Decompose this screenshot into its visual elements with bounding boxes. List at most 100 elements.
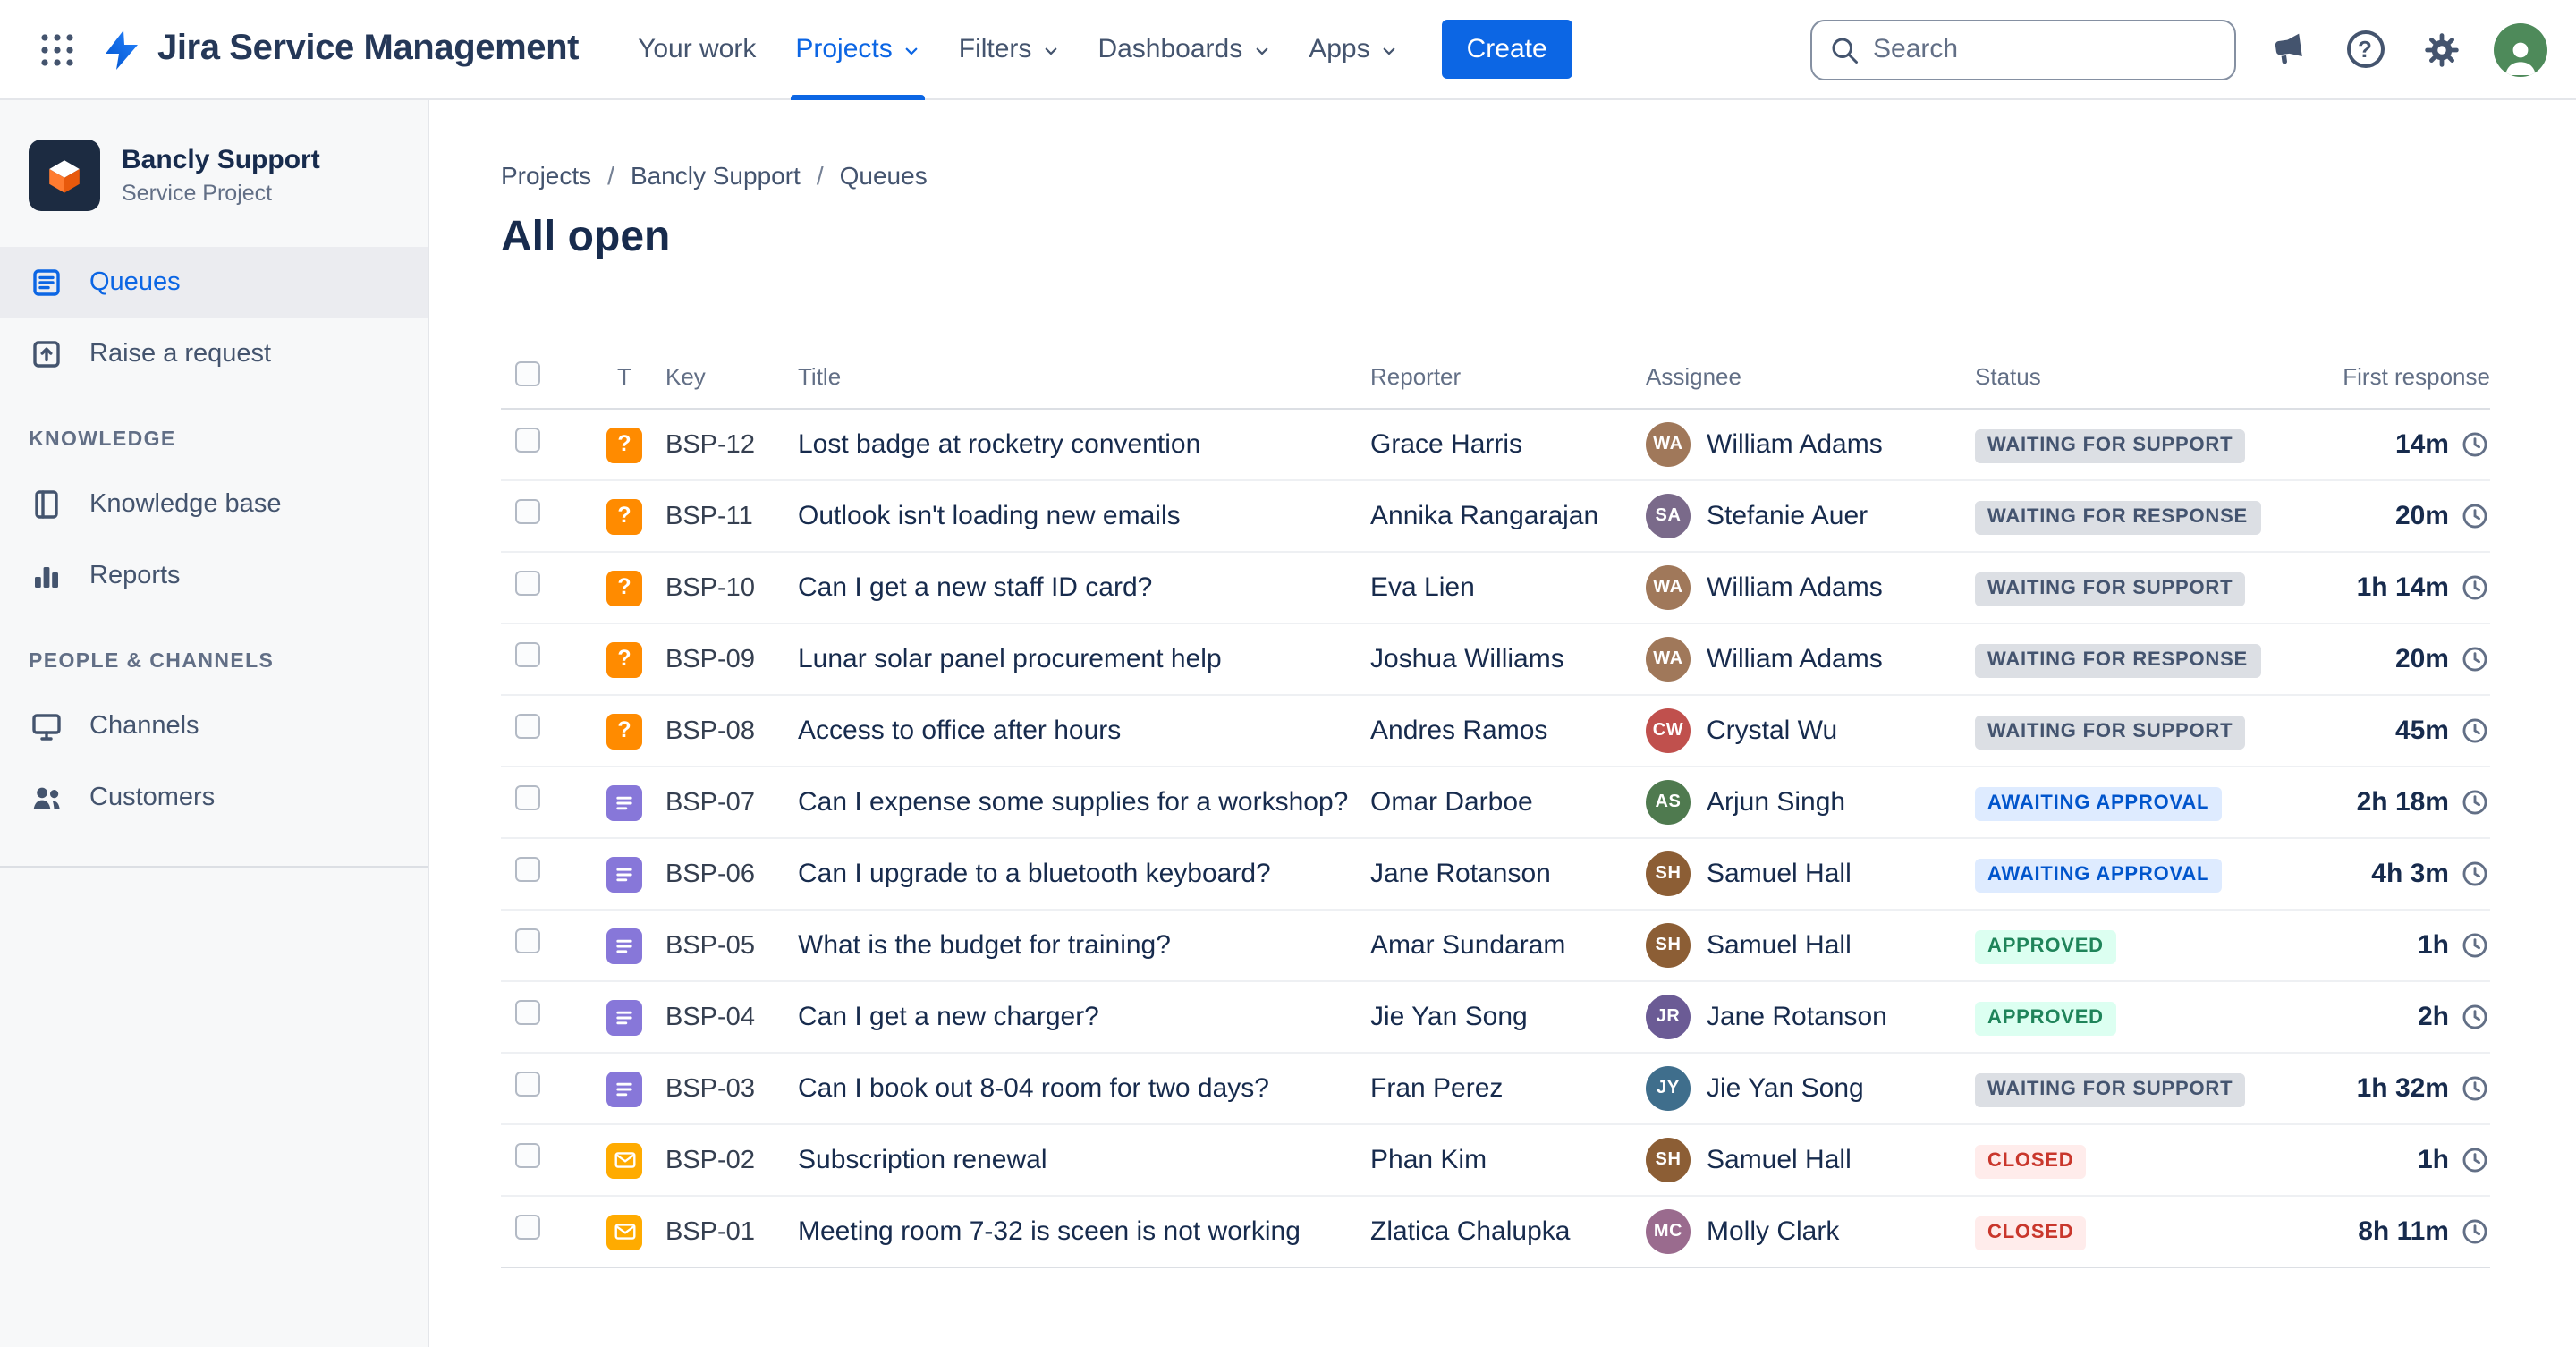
nav-item-your-work[interactable]: Your work [618,0,775,99]
main-content: Projects / Bancly Support / Queues All o… [429,100,2576,1347]
issue-key[interactable]: BSP-05 [658,931,791,960]
issue-title[interactable]: Lost badge at rocketry convention [791,429,1363,460]
issue-title[interactable]: Can I get a new staff ID card? [791,572,1363,603]
row-checkbox[interactable] [515,928,540,953]
first-response-time: 20m [2394,644,2449,674]
sidebar-item-customers[interactable]: Customers [0,762,428,834]
nav-item-filters[interactable]: Filters [939,0,1079,99]
table-row[interactable]: BSP-05 What is the budget for training? … [501,911,2490,982]
help-icon[interactable]: ? [2340,24,2390,74]
row-checkbox[interactable] [515,428,540,453]
sidebar-item-queues[interactable]: Queues [0,247,428,318]
sidebar-item-reports[interactable]: Reports [0,540,428,612]
sidebar-item-knowledge-base[interactable]: Knowledge base [0,469,428,540]
issue-title[interactable]: Can I book out 8-04 room for two days? [791,1073,1363,1104]
issue-key[interactable]: BSP-11 [658,502,791,530]
row-checkbox[interactable] [515,499,540,524]
issue-title[interactable]: Outlook isn't loading new emails [791,501,1363,531]
breadcrumb-project[interactable]: Bancly Support [631,161,801,190]
jira-service-management-app: Jira Service Management Your work Projec… [0,0,2576,1347]
assignee-name: Jie Yan Song [1707,1073,1864,1104]
chevron-down-icon [1255,47,1267,55]
table-row[interactable]: BSP-04 Can I get a new charger? Jie Yan … [501,982,2490,1054]
assignee-avatar: JY [1646,1066,1690,1111]
clock-icon [2462,1004,2487,1029]
sidebar-item-raise-a-request[interactable]: Raise a request [0,318,428,390]
issue-key[interactable]: BSP-02 [658,1146,791,1174]
status-badge: CLOSED [1975,1216,2087,1250]
issue-title[interactable]: Subscription renewal [791,1145,1363,1175]
row-checkbox[interactable] [515,1143,540,1168]
row-checkbox[interactable] [515,1215,540,1240]
issue-key[interactable]: BSP-06 [658,860,791,888]
issue-title[interactable]: Lunar solar panel procurement help [791,644,1363,674]
issue-title[interactable]: Can I upgrade to a bluetooth keyboard? [791,859,1363,889]
nav-item-dashboards[interactable]: Dashboards [1078,0,1289,99]
issue-title[interactable]: Meeting room 7-32 is sceen is not workin… [791,1216,1363,1247]
first-response-time: 2h 18m [2356,787,2449,818]
issue-reporter: Amar Sundaram [1370,930,1566,961]
brand-logo[interactable]: Jira Service Management [100,28,579,71]
breadcrumb-queues[interactable]: Queues [840,161,928,190]
first-response-time: 1h [2417,1145,2449,1175]
issue-key[interactable]: BSP-01 [658,1217,791,1246]
table-row[interactable]: ? BSP-12 Lost badge at rocketry conventi… [501,410,2490,481]
reports-icon [29,558,64,594]
nav-item-apps[interactable]: Apps [1289,0,1416,99]
issue-key[interactable]: BSP-08 [658,716,791,745]
row-checkbox[interactable] [515,1072,540,1097]
row-checkbox[interactable] [515,857,540,882]
row-checkbox[interactable] [515,1000,540,1025]
issue-key[interactable]: BSP-10 [658,573,791,602]
issue-reporter: Andres Ramos [1370,716,1548,746]
sidebar-item-label: Raise a request [89,340,272,369]
select-all-checkbox[interactable] [515,361,540,386]
column-key: Key [665,363,706,390]
table-row[interactable]: ? BSP-10 Can I get a new staff ID card? … [501,553,2490,624]
issue-title[interactable]: Can I get a new charger? [791,1002,1363,1032]
assignee-name: Stefanie Auer [1707,501,1868,531]
issue-reporter: Jie Yan Song [1370,1002,1528,1032]
issue-key[interactable]: BSP-04 [658,1003,791,1031]
search-input[interactable] [1810,19,2236,80]
table-row[interactable]: BSP-07 Can I expense some supplies for a… [501,767,2490,839]
project-type: Service Project [122,180,273,206]
nav-item-projects[interactable]: Projects [775,0,938,99]
clock-icon [2462,718,2487,743]
app-switcher-icon[interactable] [29,21,86,78]
assignee-name: Samuel Hall [1707,1145,1852,1175]
announcements-icon[interactable] [2263,24,2313,74]
issue-title[interactable]: Can I expense some supplies for a worksh… [791,787,1363,818]
row-checkbox[interactable] [515,642,540,667]
user-avatar[interactable] [2494,22,2547,76]
assignee-name: William Adams [1707,572,1883,603]
issue-key[interactable]: BSP-03 [658,1074,791,1103]
issue-reporter: Zlatica Chalupka [1370,1216,1571,1247]
table-row[interactable]: BSP-01 Meeting room 7-32 is sceen is not… [501,1197,2490,1268]
table-row[interactable]: ? BSP-08 Access to office after hours An… [501,696,2490,767]
issue-title[interactable]: Access to office after hours [791,716,1363,746]
table-row[interactable]: ? BSP-09 Lunar solar panel procurement h… [501,624,2490,696]
issue-key[interactable]: BSP-09 [658,645,791,674]
table-row[interactable]: ? BSP-11 Outlook isn't loading new email… [501,481,2490,553]
sidebar-section-knowledge: KNOWLEDGE [29,429,176,451]
issue-key[interactable]: BSP-12 [658,430,791,459]
project-header[interactable]: Bancly Support Service Project [0,132,428,247]
row-checkbox[interactable] [515,785,540,810]
status-badge: WAITING FOR RESPONSE [1975,643,2261,677]
table-row[interactable]: BSP-02 Subscription renewal Phan Kim SH … [501,1125,2490,1197]
row-checkbox[interactable] [515,714,540,739]
clock-icon [2462,1148,2487,1173]
table-row[interactable]: BSP-06 Can I upgrade to a bluetooth keyb… [501,839,2490,911]
create-button[interactable]: Create [1441,20,1572,79]
issue-title[interactable]: What is the budget for training? [791,930,1363,961]
issue-key[interactable]: BSP-07 [658,788,791,817]
app-title: Jira Service Management [157,29,580,68]
settings-icon[interactable] [2417,24,2467,74]
queue-table-header: T Key Title Reporter Assignee Status Fir… [501,345,2490,410]
row-checkbox[interactable] [515,571,540,596]
status-badge: CLOSED [1975,1144,2087,1178]
sidebar-item-channels[interactable]: Channels [0,690,428,762]
table-row[interactable]: BSP-03 Can I book out 8-04 room for two … [501,1054,2490,1125]
breadcrumb-projects[interactable]: Projects [501,161,591,190]
